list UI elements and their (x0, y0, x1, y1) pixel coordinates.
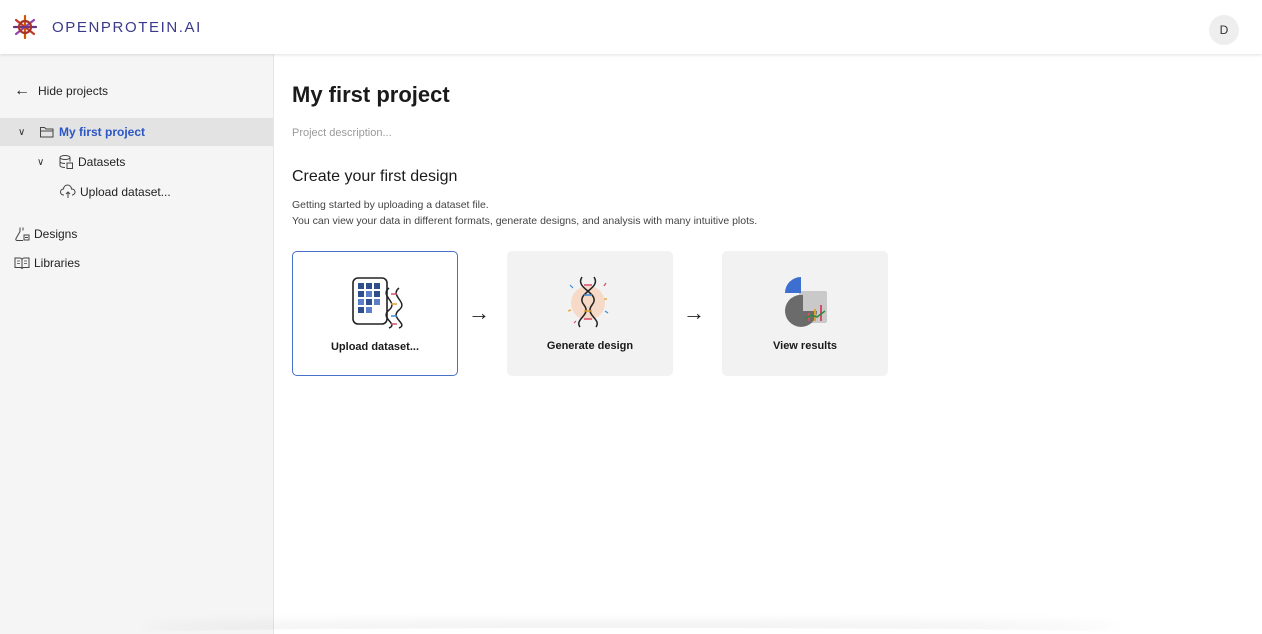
brand-name: OPENPROTEIN.AI (52, 18, 202, 36)
book-open-icon (13, 255, 31, 271)
top-header: OPENPROTEIN.AI D (0, 0, 1262, 54)
dataset-dna-icon (345, 274, 405, 330)
user-avatar[interactable]: D (1209, 15, 1239, 45)
sidebar-item-label: Upload dataset... (80, 185, 171, 199)
sidebar-item-datasets[interactable]: ∨ Datasets (37, 154, 125, 170)
openprotein-logo-icon (12, 14, 38, 40)
flask-icon (13, 226, 31, 242)
cloud-upload-icon (59, 184, 77, 200)
card-label: View results (773, 340, 837, 352)
page-title[interactable]: My first project (292, 82, 450, 108)
section-title: Create your first design (292, 168, 458, 185)
sidebar-item-libraries[interactable]: Libraries (13, 255, 80, 271)
card-label: Upload dataset... (330, 341, 420, 353)
arrow-left-icon: ← (14, 82, 30, 99)
sidebar-item-label: My first project (59, 125, 146, 139)
chevron-down-icon[interactable]: ∨ (18, 127, 30, 138)
intro-text: Getting started by uploading a dataset f… (292, 197, 757, 229)
sidebar-item-designs[interactable]: Designs (13, 226, 77, 242)
hide-projects-button[interactable]: ← Hide projects (14, 83, 108, 99)
logo[interactable]: OPENPROTEIN.AI (12, 14, 202, 40)
sidebar: ← Hide projects ∨ My first project ∨ Dat… (0, 54, 274, 634)
folder-open-icon (38, 124, 56, 140)
sidebar-item-upload-dataset[interactable]: Upload dataset... (59, 184, 171, 200)
intro-line-2: You can view your data in different form… (292, 215, 758, 227)
sidebar-item-label: Designs (34, 227, 78, 241)
hide-projects-label: Hide projects (38, 84, 109, 98)
generate-design-card[interactable]: Generate design (507, 251, 673, 376)
project-description-field[interactable]: Project description... (292, 127, 392, 139)
sidebar-item-label: Libraries (34, 256, 81, 270)
dna-generate-icon (560, 273, 620, 329)
intro-line-1: Getting started by uploading a dataset f… (292, 199, 489, 211)
chart-results-icon (775, 273, 835, 329)
bottom-shadow (140, 628, 1120, 634)
card-label: Generate design (546, 340, 634, 352)
upload-dataset-card[interactable]: Upload dataset... (292, 251, 458, 376)
arrow-right-icon: → (683, 300, 705, 325)
view-results-card[interactable]: View results (722, 251, 888, 376)
sidebar-item-label: Datasets (78, 155, 126, 169)
database-icon (57, 154, 75, 170)
sidebar-item-my-first-project[interactable]: ∨ My first project (0, 118, 273, 146)
chevron-down-icon[interactable]: ∨ (37, 157, 49, 168)
arrow-right-icon: → (468, 300, 490, 325)
